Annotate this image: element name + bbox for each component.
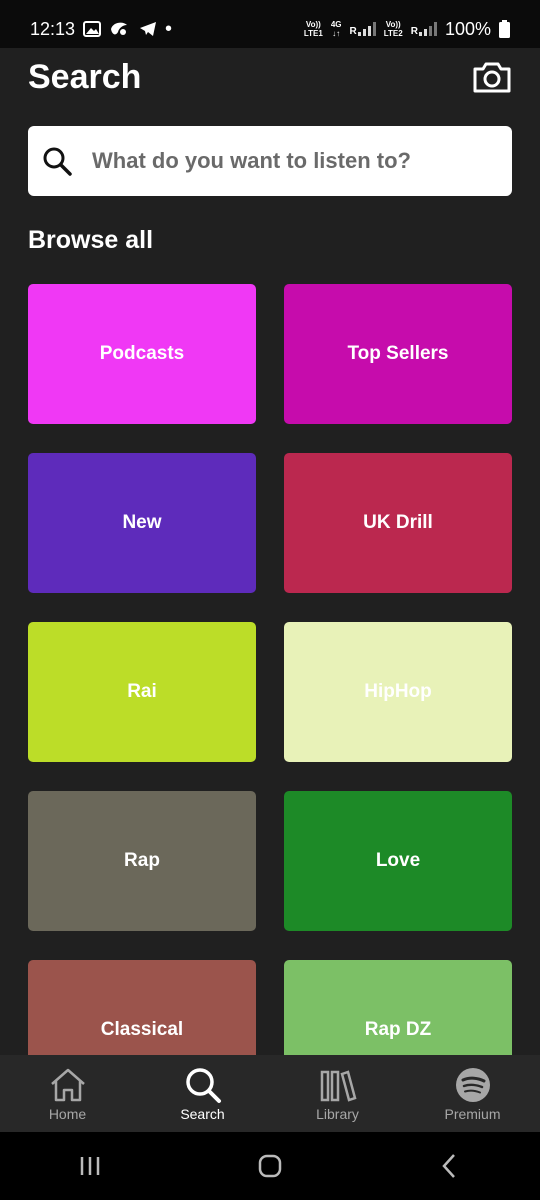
sim2-lte: LTE2 bbox=[383, 29, 403, 38]
sim2-volte: Vo)) bbox=[385, 20, 401, 29]
nav-home[interactable]: Home bbox=[3, 1066, 133, 1122]
sim1-lte: LTE1 bbox=[303, 29, 323, 38]
recent-apps-icon[interactable] bbox=[75, 1151, 105, 1181]
roaming-2: R bbox=[410, 26, 418, 37]
gallery-icon bbox=[83, 21, 102, 37]
search-input[interactable] bbox=[90, 147, 484, 175]
roaming-1: R bbox=[349, 26, 357, 37]
home-button-icon[interactable] bbox=[255, 1151, 285, 1181]
nav-premium[interactable]: Premium bbox=[408, 1066, 538, 1122]
status-right: Vo)) LTE1 4G ↓↑ R Vo)) LTE2 R 100% bbox=[304, 19, 510, 40]
nav-search[interactable]: Search bbox=[138, 1066, 268, 1122]
nav-library-label: Library bbox=[316, 1105, 359, 1122]
signal-bars-1-icon bbox=[357, 22, 376, 36]
data-arrows-icon: ↓↑ bbox=[332, 29, 341, 38]
bottom-nav: Home Search Library Premium bbox=[0, 1055, 540, 1132]
category-tile-hiphop[interactable]: HipHop bbox=[284, 622, 512, 762]
camera-icon[interactable] bbox=[472, 60, 512, 94]
battery-icon bbox=[499, 20, 510, 38]
back-icon[interactable] bbox=[435, 1151, 465, 1181]
category-tile-podcasts[interactable]: Podcasts bbox=[28, 284, 256, 424]
nav-search-label: Search bbox=[180, 1105, 225, 1122]
spotify-icon bbox=[455, 1067, 490, 1102]
home-icon bbox=[50, 1068, 85, 1101]
search-screen: Search Browse all Podcasts Top Sellers N… bbox=[0, 48, 540, 1055]
nav-library[interactable]: Library bbox=[273, 1066, 403, 1122]
search-icon bbox=[43, 147, 72, 176]
status-time: 12:13 bbox=[30, 18, 76, 39]
nav-home-label: Home bbox=[48, 1105, 87, 1122]
category-tile-new[interactable]: New bbox=[28, 453, 256, 593]
network-type-label: 4G bbox=[330, 20, 342, 29]
system-nav-bar bbox=[0, 1132, 540, 1200]
category-tile-classical[interactable]: Classical bbox=[28, 960, 256, 1055]
page-title: Search bbox=[28, 57, 142, 96]
signal-bars-2-icon bbox=[418, 22, 437, 36]
header: Search bbox=[28, 56, 512, 98]
sim1-volte: Vo)) bbox=[305, 20, 321, 29]
network-type: 4G ↓↑ bbox=[331, 20, 342, 38]
category-tile-uk-drill[interactable]: UK Drill bbox=[284, 453, 512, 593]
category-tile-rap[interactable]: Rap bbox=[28, 791, 256, 931]
category-tile-top-sellers[interactable]: Top Sellers bbox=[284, 284, 512, 424]
telegram-icon bbox=[140, 22, 157, 36]
library-icon bbox=[320, 1069, 357, 1102]
search-bar[interactable] bbox=[28, 126, 512, 196]
category-tile-rap-dz[interactable]: Rap DZ bbox=[284, 960, 512, 1055]
app-notification-icon bbox=[111, 22, 128, 35]
battery-percent: 100% bbox=[444, 18, 491, 39]
signal-1: R bbox=[349, 22, 376, 37]
more-notifications-dot: • bbox=[165, 17, 173, 40]
category-tile-love[interactable]: Love bbox=[284, 791, 512, 931]
search-icon bbox=[185, 1067, 221, 1103]
status-left: 12:13 • bbox=[30, 18, 172, 41]
signal-2: R bbox=[410, 22, 437, 37]
nav-premium-label: Premium bbox=[444, 1105, 501, 1122]
sim1-indicator: Vo)) LTE1 bbox=[304, 20, 323, 38]
sim2-indicator: Vo)) LTE2 bbox=[384, 20, 403, 38]
browse-all-heading: Browse all bbox=[28, 226, 154, 254]
category-tile-rai[interactable]: Rai bbox=[28, 622, 256, 762]
